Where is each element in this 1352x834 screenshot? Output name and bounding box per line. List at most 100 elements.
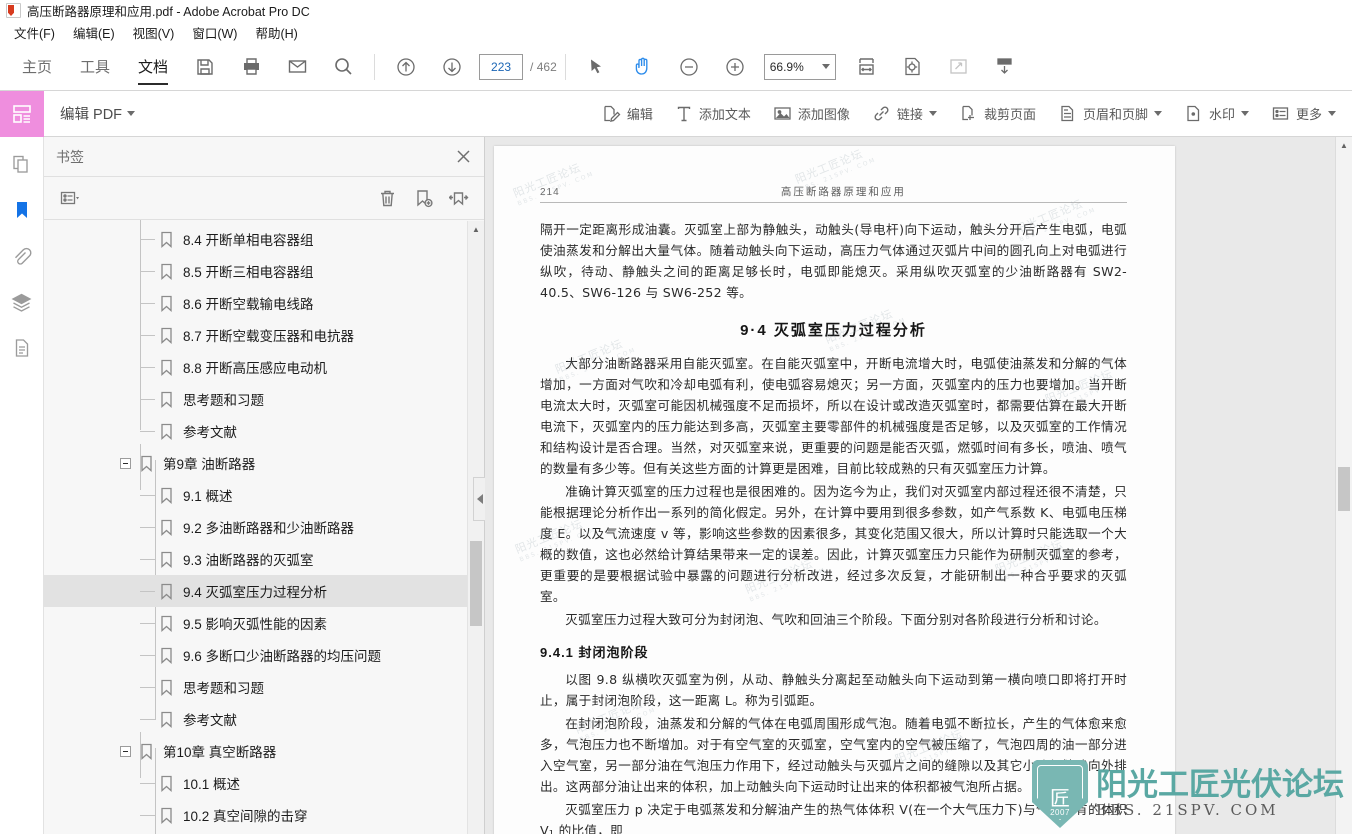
tree-connector [140, 686, 155, 688]
page-running-head: 214 高压断路器原理和应用 [540, 184, 1127, 203]
viewer-scrollbar[interactable]: ▲ [1335, 137, 1352, 834]
bookmark-item[interactable]: 9.4 灭弧室压力过程分析 [44, 575, 484, 607]
bookmarks-scrollbar[interactable]: ▲ [467, 221, 484, 834]
expand-bookmarks-icon[interactable] [444, 184, 474, 212]
email-icon[interactable] [280, 50, 314, 84]
bookmark-icon [135, 455, 157, 472]
bookmarks-scroll-thumb[interactable] [470, 541, 482, 626]
forum-logo-overlay: 匠 2007 阳光工匠光伏论坛 BBS. 21SPV. COM [1032, 760, 1344, 828]
header-footer-button[interactable]: 页眉和页脚 [1047, 91, 1173, 137]
more-button[interactable]: 更多 [1260, 91, 1352, 137]
bookmark-item[interactable]: 9.3 油断路器的灭弧室 [44, 543, 484, 575]
zoom-out-icon[interactable] [672, 50, 706, 84]
bookmark-item[interactable]: 参考文献 [44, 415, 484, 447]
bookmark-item[interactable]: 8.7 开断空载变压器和电抗器 [44, 319, 484, 351]
menu-help[interactable]: 帮助(H) [247, 21, 305, 44]
hand-tool-icon[interactable] [626, 50, 660, 84]
search-icon[interactable] [326, 50, 360, 84]
menu-edit[interactable]: 编辑(E) [65, 21, 123, 44]
page-thumbnails-icon[interactable] [5, 147, 39, 181]
bookmark-item[interactable]: 第9章 油断路器 [44, 447, 484, 479]
bookmark-label: 8.4 开断单相电容器组 [183, 233, 314, 248]
scroll-up-icon[interactable]: ▲ [468, 221, 484, 238]
bookmarks-icon[interactable] [5, 193, 39, 227]
bookmarks-list[interactable]: 8.4 开断单相电容器组 8.5 开断三相电容器组 8.6 开断空载输电线路 8.7 … [44, 220, 484, 834]
expander-collapse-icon[interactable] [120, 745, 131, 757]
bookmark-item[interactable]: 9.5 影响灭弧性能的因素 [44, 607, 484, 639]
paragraph: 以图 9.8 纵横吹灭弧室为例，从动、静触头分离起至动触头向下运动到第一横向喷口… [540, 672, 1127, 708]
bookmark-item[interactable]: 9.2 多油断路器和少油断路器 [44, 511, 484, 543]
bookmark-item[interactable]: 8.4 开断单相电容器组 [44, 223, 484, 255]
full-screen-icon[interactable] [942, 50, 976, 84]
bookmark-item[interactable]: 9.1 概述 [44, 479, 484, 511]
add-text-button[interactable]: 添加文本 [664, 91, 762, 137]
collapse-panel-button[interactable] [473, 477, 485, 521]
bookmark-item[interactable]: 10.1 概述 [44, 767, 484, 799]
bookmark-item[interactable]: 参考文献 [44, 703, 484, 735]
scroll-up-icon[interactable]: ▲ [1336, 137, 1352, 154]
pan-and-zoom-icon[interactable] [896, 50, 930, 84]
select-tool-icon[interactable] [580, 50, 614, 84]
bookmark-icon [155, 519, 177, 536]
bookmark-item[interactable]: 思考题和习题 [44, 383, 484, 415]
add-image-button[interactable]: 添加图像 [762, 91, 861, 137]
toolbar-divider [374, 53, 376, 80]
bookmark-options-icon[interactable] [54, 184, 84, 212]
delete-bookmark-icon[interactable] [372, 184, 402, 212]
edit-button[interactable]: 编辑 [590, 91, 664, 137]
tab-home[interactable]: 主页 [8, 43, 66, 91]
bookmarks-panel-title: 书签 [56, 148, 84, 165]
close-icon[interactable] [455, 148, 472, 165]
tree-connector [140, 366, 155, 368]
document-icon[interactable] [5, 331, 39, 365]
bookmark-label: 9.6 多断口少油断路器的均压问题 [183, 649, 382, 664]
bookmark-item[interactable]: 8.6 开断空载输电线路 [44, 287, 484, 319]
new-bookmark-icon[interactable] [408, 184, 438, 212]
chevron-down-icon [821, 64, 830, 69]
menu-file[interactable]: 文件(F) [6, 21, 63, 44]
next-page-icon[interactable] [435, 50, 469, 84]
chevron-down-icon [127, 111, 136, 116]
bookmark-item[interactable]: 8.5 开断三相电容器组 [44, 255, 484, 287]
bookmark-item[interactable]: 9.6 多断口少油断路器的均压问题 [44, 639, 484, 671]
save-icon[interactable] [188, 50, 222, 84]
pdf-page[interactable]: 阳光工匠论坛 BBS. 21SPV. COM 阳光工匠论坛 BBS. 21SPV. … [494, 146, 1175, 834]
edit-pdf-title[interactable]: 编辑 PDF [44, 103, 136, 124]
crop-page-button[interactable]: 裁剪页面 [948, 91, 1047, 137]
bookmark-icon [155, 295, 177, 312]
menu-window[interactable]: 窗口(W) [184, 21, 245, 44]
bookmark-label: 9.1 概述 [183, 489, 233, 504]
bookmark-item[interactable]: 第10章 真空断路器 [44, 735, 484, 767]
layers-icon[interactable] [5, 285, 39, 319]
viewer-scroll-thumb[interactable] [1338, 467, 1350, 511]
edit-pdf-panel-icon[interactable] [0, 90, 44, 137]
previous-page-icon[interactable] [389, 50, 423, 84]
tree-connector [140, 814, 155, 816]
zoom-in-icon[interactable] [718, 50, 752, 84]
fit-width-icon[interactable] [850, 50, 884, 84]
page-number-input[interactable]: 223 [479, 53, 524, 80]
bookmark-label: 10.2 真空间隙的击穿 [183, 809, 308, 824]
print-icon[interactable] [234, 50, 268, 84]
bookmarks-panel: 书签 8.4 开断单相电容器组 8.5 开断三相电容器组 8.6 开断空载输电线… [44, 137, 485, 834]
expander-collapse-icon[interactable] [120, 457, 131, 469]
bookmark-icon [155, 679, 177, 696]
zoom-level-select[interactable]: 66.9% [763, 53, 836, 80]
tab-tools[interactable]: 工具 [66, 43, 124, 91]
document-viewer[interactable]: 阳光工匠论坛 BBS. 21SPV. COM 阳光工匠论坛 BBS. 21SPV. … [485, 137, 1352, 834]
bookmark-item[interactable]: 8.8 开断高压感应电动机 [44, 351, 484, 383]
read-mode-icon[interactable] [988, 50, 1022, 84]
bookmark-item[interactable]: 思考题和习题 [44, 671, 484, 703]
forum-url: BBS. 21SPV. COM [1096, 801, 1279, 820]
tree-connector [140, 270, 155, 272]
tree-connector [140, 558, 155, 560]
watermark-button[interactable]: 水印 [1173, 91, 1260, 137]
attachments-icon[interactable] [5, 239, 39, 273]
bookmark-label: 9.4 灭弧室压力过程分析 [183, 585, 328, 600]
menu-view[interactable]: 视图(V) [125, 21, 183, 44]
link-button[interactable]: 链接 [861, 91, 948, 137]
bookmark-item[interactable]: 10.2 真空间隙的击穿 [44, 799, 484, 831]
add-image-button-label: 添加图像 [797, 107, 850, 122]
tab-document[interactable]: 文档 [124, 43, 182, 91]
zoom-level-value: 66.9% [769, 59, 804, 74]
